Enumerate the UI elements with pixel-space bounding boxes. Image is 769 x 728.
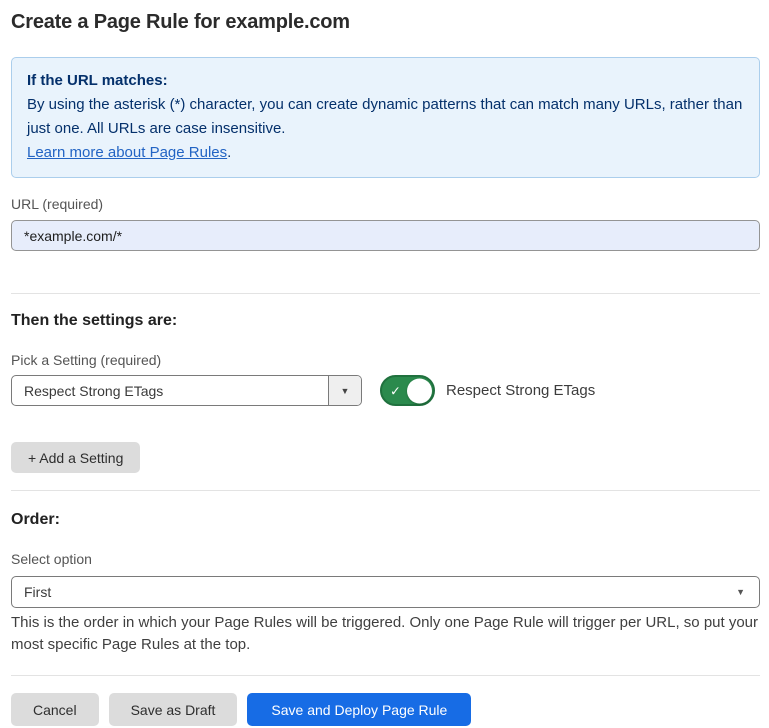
order-select-label: Select option	[11, 552, 760, 567]
footer-divider	[11, 675, 760, 676]
create-page-rule-panel: Create a Page Rule for example.com If th…	[0, 10, 769, 726]
order-select-value: First	[12, 584, 736, 600]
add-setting-button[interactable]: + Add a Setting	[11, 442, 140, 473]
learn-more-link[interactable]: Learn more about Page Rules	[27, 144, 227, 161]
toggle-knob	[407, 378, 432, 403]
pick-setting-label: Pick a Setting (required)	[11, 353, 760, 368]
order-help-text: This is the order in which your Page Rul…	[11, 612, 760, 656]
info-box-link-line: Learn more about Page Rules.	[27, 141, 744, 165]
action-buttons-row: Cancel Save as Draft Save and Deploy Pag…	[11, 693, 760, 726]
setting-select-value: Respect Strong ETags	[12, 383, 328, 399]
settings-section-heading: Then the settings are:	[11, 312, 760, 330]
chevron-down-icon: ▼	[736, 587, 759, 597]
setting-select[interactable]: Respect Strong ETags ▼	[11, 375, 362, 406]
section-divider	[11, 293, 760, 294]
url-field-label: URL (required)	[11, 197, 760, 212]
chevron-down-icon[interactable]: ▼	[328, 376, 361, 405]
toggle-label: Respect Strong ETags	[446, 382, 595, 399]
cancel-button[interactable]: Cancel	[11, 693, 99, 726]
section-divider	[11, 490, 760, 491]
check-icon: ✓	[390, 384, 401, 397]
info-box-body: By using the asterisk (*) character, you…	[27, 93, 744, 141]
page-title: Create a Page Rule for example.com	[11, 10, 760, 34]
order-select[interactable]: First ▼	[11, 576, 760, 608]
info-box-heading: If the URL matches:	[27, 69, 744, 93]
link-suffix: .	[227, 144, 231, 161]
setting-row: Respect Strong ETags ▼ ✓ Respect Strong …	[11, 375, 760, 406]
order-section-heading: Order:	[11, 511, 760, 529]
url-match-info-box: If the URL matches: By using the asteris…	[11, 57, 760, 178]
save-and-deploy-button[interactable]: Save and Deploy Page Rule	[247, 693, 471, 726]
setting-toggle[interactable]: ✓	[380, 375, 435, 406]
url-input[interactable]	[11, 220, 760, 251]
save-as-draft-button[interactable]: Save as Draft	[109, 693, 238, 726]
